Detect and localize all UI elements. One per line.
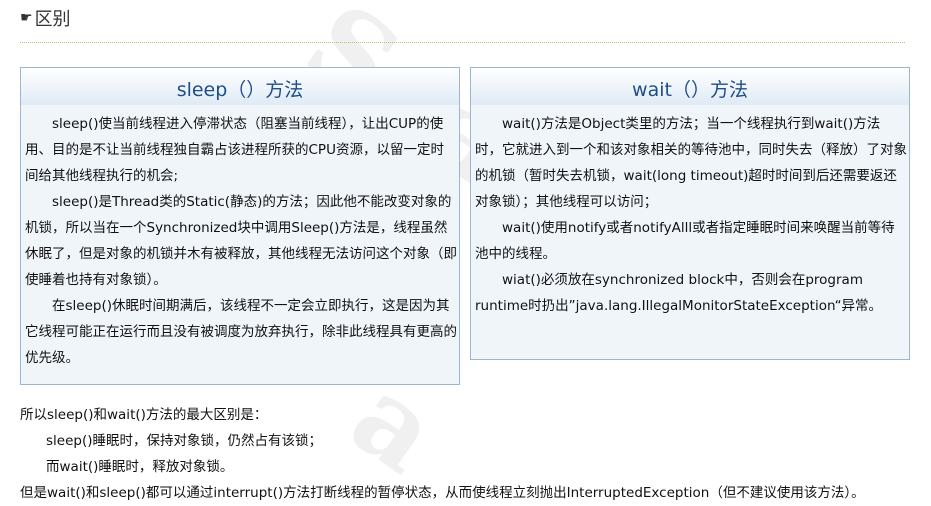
- wait-panel: wait（）方法 wait()方法是Object类里的方法；当一个线程执行到wa…: [470, 67, 910, 360]
- summary-line: 但是wait()和sleep()都可以通过interrupt()方法打断线程的暂…: [20, 485, 865, 501]
- section-title: 区别: [34, 9, 71, 30]
- wait-paragraph: wiat()必须放在synchronized block中，否则会在progra…: [475, 272, 883, 314]
- sleep-panel-title: sleep（）方法: [21, 68, 459, 105]
- pointing-hand-icon: ☛: [20, 10, 33, 26]
- sleep-paragraph: sleep()是Thread类的Static(静态)的方法；因此他不能改变对象的…: [25, 194, 457, 288]
- wait-paragraph: wait()使用notify或者notifyAlll或者指定睡眠时间来唤醒当前等…: [475, 220, 895, 262]
- summary-line: sleep()睡眠时，保持对象锁，仍然占有该锁；: [46, 433, 322, 449]
- wait-panel-body: wait()方法是Object类里的方法；当一个线程执行到wait()方法时，它…: [471, 105, 909, 359]
- sleep-paragraph: sleep()使当前线程进入停滞状态（阻塞当前线程），让出CUP的使用、目的是不…: [25, 116, 444, 184]
- section-heading: ☛ 区别: [20, 5, 71, 31]
- summary-intro: 所以sleep()和wait()方法的最大区别是：: [20, 407, 268, 423]
- sleep-panel: sleep（）方法 sleep()使当前线程进入停滞状态（阻塞当前线程），让出C…: [20, 67, 460, 385]
- sleep-paragraph: 在sleep()休眠时间期满后，该线程不一定会立即执行，这是因为其它线程可能正在…: [25, 298, 457, 366]
- wait-paragraph: wait()方法是Object类里的方法；当一个线程执行到wait()方法时，它…: [475, 116, 907, 210]
- wait-panel-title: wait（）方法: [471, 68, 909, 105]
- summary-section: 所以sleep()和wait()方法的最大区别是： sleep()睡眠时，保持对…: [20, 402, 925, 506]
- sleep-panel-body: sleep()使当前线程进入停滞状态（阻塞当前线程），让出CUP的使用、目的是不…: [21, 105, 459, 384]
- summary-line: 而wait()睡眠时，释放对象锁。: [46, 459, 234, 475]
- divider: [20, 42, 905, 43]
